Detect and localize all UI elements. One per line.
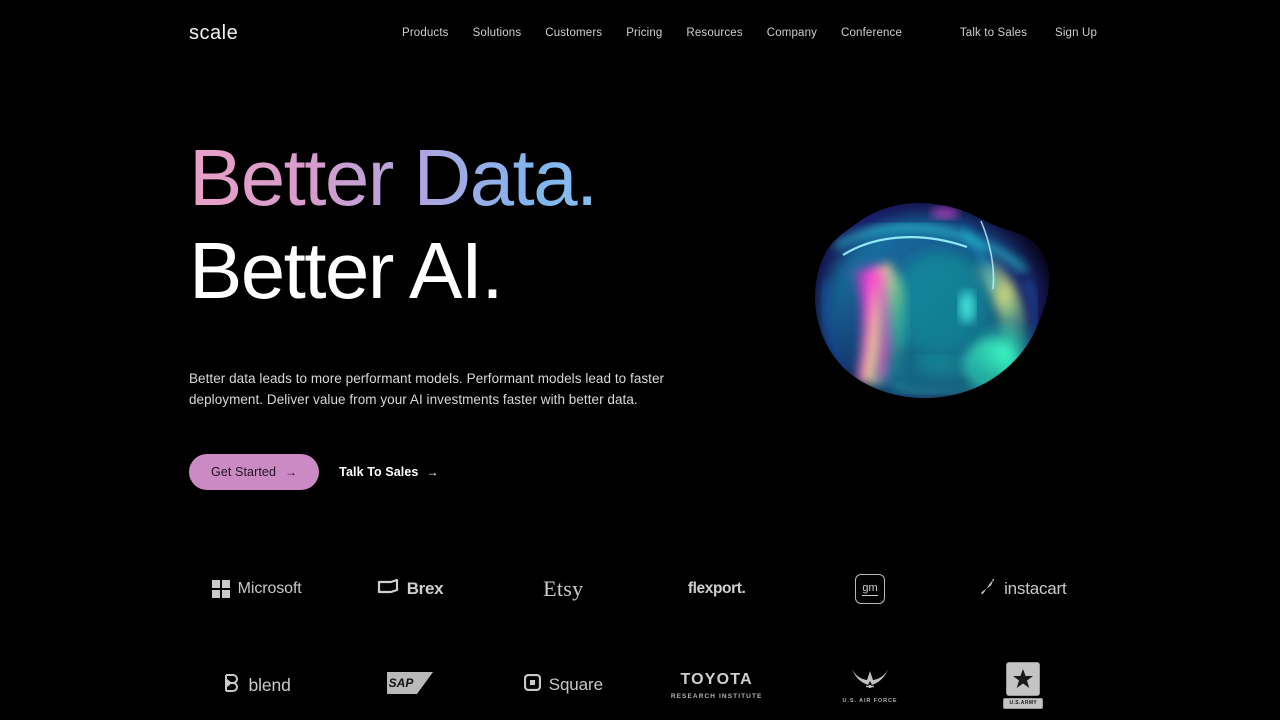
nav-item-company[interactable]: Company [755, 27, 829, 39]
army-star-icon [1006, 661, 1041, 696]
microsoft-squares-icon [211, 580, 230, 598]
nav-item-conference[interactable]: Conference [829, 27, 914, 39]
hero-cta-row: Get Started → Talk To Sales → [189, 453, 749, 490]
nav-item-products[interactable]: Products [402, 27, 461, 39]
logo-sap: SAP [386, 656, 433, 714]
blend-mark-icon [223, 673, 241, 698]
nav-sign-up[interactable]: Sign Up [1055, 27, 1097, 39]
talk-to-sales-label: Talk To Sales [339, 464, 419, 479]
top-navigation-bar: scale Products Solutions Customers Prici… [0, 0, 1280, 66]
get-started-label: Get Started [211, 464, 277, 479]
logo-label-blend: blend [248, 674, 291, 695]
logo-label-brex: Brex [406, 579, 444, 598]
hero-headline-line-2: Better AI. [189, 225, 504, 315]
logo-label-instacart: instacart [1004, 579, 1067, 598]
logo-etsy: Etsy [543, 560, 583, 618]
logo-instacart: instacart [980, 560, 1067, 618]
logo-label-toyota: TOYOTA [680, 670, 753, 688]
landing-page: scale Products Solutions Customers Prici… [0, 0, 1280, 720]
carrot-icon [980, 578, 996, 601]
arrow-right-icon: → [285, 464, 298, 479]
logo-label-flexport: flexport. [687, 580, 746, 597]
hero-headline-line-1: Better Data. [189, 138, 749, 218]
logo-label-etsy: Etsy [543, 576, 584, 601]
logo-sublabel-toyota: RESEARCH INSTITUTE [670, 692, 763, 700]
nav-item-pricing[interactable]: Pricing [614, 27, 674, 39]
primary-nav-links: Products Solutions Customers Pricing Res… [402, 27, 914, 39]
logo-us-army: U.S.ARMY [1003, 656, 1044, 714]
logo-label-gm: gm [862, 581, 878, 596]
get-started-button[interactable]: Get Started → [189, 453, 320, 490]
hero-subtitle: Better data leads to more performant mod… [189, 370, 665, 407]
hero-iridescent-blob-graphic [795, 185, 1070, 410]
square-mark-icon [523, 673, 541, 696]
logo-label-square: Square [548, 675, 603, 694]
logo-flexport: flexport. [688, 560, 746, 618]
logo-square: Square [523, 656, 603, 714]
logo-brex: Brex [377, 560, 444, 618]
logo-us-air-force: U.S. AIR FORCE [843, 656, 898, 714]
svg-text:SAP: SAP [389, 676, 415, 690]
talk-to-sales-link[interactable]: Talk To Sales → [339, 465, 438, 479]
air-force-wings-icon [849, 667, 891, 696]
secondary-nav-links: Talk to Sales Sign Up [960, 27, 1097, 39]
logo-label-army: U.S.ARMY [1009, 700, 1038, 706]
sap-parallelogram-icon: SAP [386, 671, 433, 699]
logo-blend: blend [223, 656, 291, 714]
logo-microsoft: Microsoft [211, 560, 302, 618]
arrow-right-icon: → [426, 464, 439, 479]
hero-section: Better Data. Better AI. Better data lead… [189, 138, 749, 490]
logo-label-microsoft: Microsoft [237, 580, 302, 597]
nav-talk-to-sales[interactable]: Talk to Sales [960, 27, 1027, 39]
army-label-bar: U.S.ARMY [1003, 697, 1044, 709]
scale-logo[interactable]: scale [189, 22, 238, 45]
nav-item-resources[interactable]: Resources [674, 27, 754, 39]
logo-gm: gm [854, 560, 885, 618]
nav-item-customers[interactable]: Customers [533, 27, 614, 39]
logo-toyota-research-institute: TOYOTA RESEARCH INSTITUTE [671, 656, 763, 714]
nav-item-solutions[interactable]: Solutions [461, 27, 534, 39]
brex-mark-icon [377, 578, 399, 600]
logo-label-air-force: U.S. AIR FORCE [842, 697, 898, 704]
gm-box-icon: gm [854, 574, 885, 604]
customer-logo-grid: Microsoft Brex Etsy flexport. gm instaca… [180, 560, 1100, 714]
